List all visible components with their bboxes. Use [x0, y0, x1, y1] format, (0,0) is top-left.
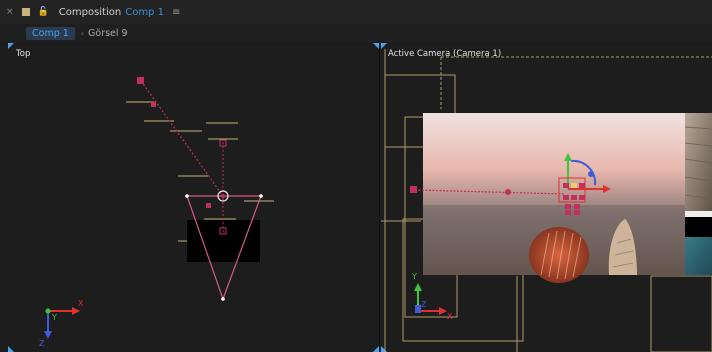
y-axis-dot: [45, 308, 51, 314]
white-solid-layer: [685, 211, 712, 217]
breadcrumb-gorsel-9[interactable]: Görsel 9: [88, 28, 128, 39]
composition-panel-tab[interactable]: × 🔓 Composition Comp 1 ≡: [0, 0, 712, 24]
axis-label-y: Y: [411, 272, 417, 281]
close-panel-button[interactable]: ×: [6, 7, 14, 17]
composition-breadcrumb: Comp 1 ‹ Görsel 9: [0, 24, 712, 42]
axis-gizmo: X Y Z: [39, 299, 84, 348]
layer-outline: [650, 275, 712, 352]
cone-vertex: [185, 194, 189, 198]
camera-handle: [206, 203, 211, 208]
scallop-shell: [529, 227, 589, 283]
camera-poi-handle: [137, 77, 144, 84]
sea-photo-layer: [685, 237, 712, 275]
z-axis-arrowhead: [44, 331, 52, 339]
axis-label-y: Y: [51, 313, 57, 322]
breadcrumb-chevron-icon: ‹: [80, 28, 84, 38]
panel-title: Composition: [58, 6, 122, 18]
camera-poi-handle: [151, 102, 156, 107]
camera-body-icon-center: [221, 194, 225, 198]
composition-name: Comp 1: [125, 6, 164, 18]
axis-gizmo: Y X Z: [411, 272, 453, 321]
cone-vertex: [221, 297, 225, 301]
label-color-swatch[interactable]: [21, 8, 30, 16]
top-view-scene: X Y Z: [39, 77, 274, 348]
active-camera-viewer[interactable]: Active Camera (Camera 1) Y X Z: [381, 43, 712, 352]
breadcrumb-comp-1[interactable]: Comp 1: [26, 26, 75, 40]
axis-label-z: Z: [39, 339, 45, 348]
axis-label-x: X: [447, 312, 453, 321]
lock-icon[interactable]: 🔓: [38, 7, 49, 17]
axis-label-z: Z: [421, 300, 427, 309]
active-camera-scene: Y X Z: [381, 49, 712, 352]
top-view-viewer[interactable]: Top X Y Z: [8, 43, 380, 352]
camera-poi-handle: [410, 186, 417, 193]
gizmo-z-handle: [588, 171, 594, 177]
axis-label-x: X: [78, 299, 84, 308]
black-solid-layer: [685, 217, 712, 237]
cone-vertex: [259, 194, 263, 198]
beach-photo-layer: [423, 113, 687, 283]
camera-poi-dot: [505, 189, 511, 195]
panel-menu-icon[interactable]: ≡: [172, 7, 180, 18]
x-axis-arrowhead: [72, 307, 80, 315]
